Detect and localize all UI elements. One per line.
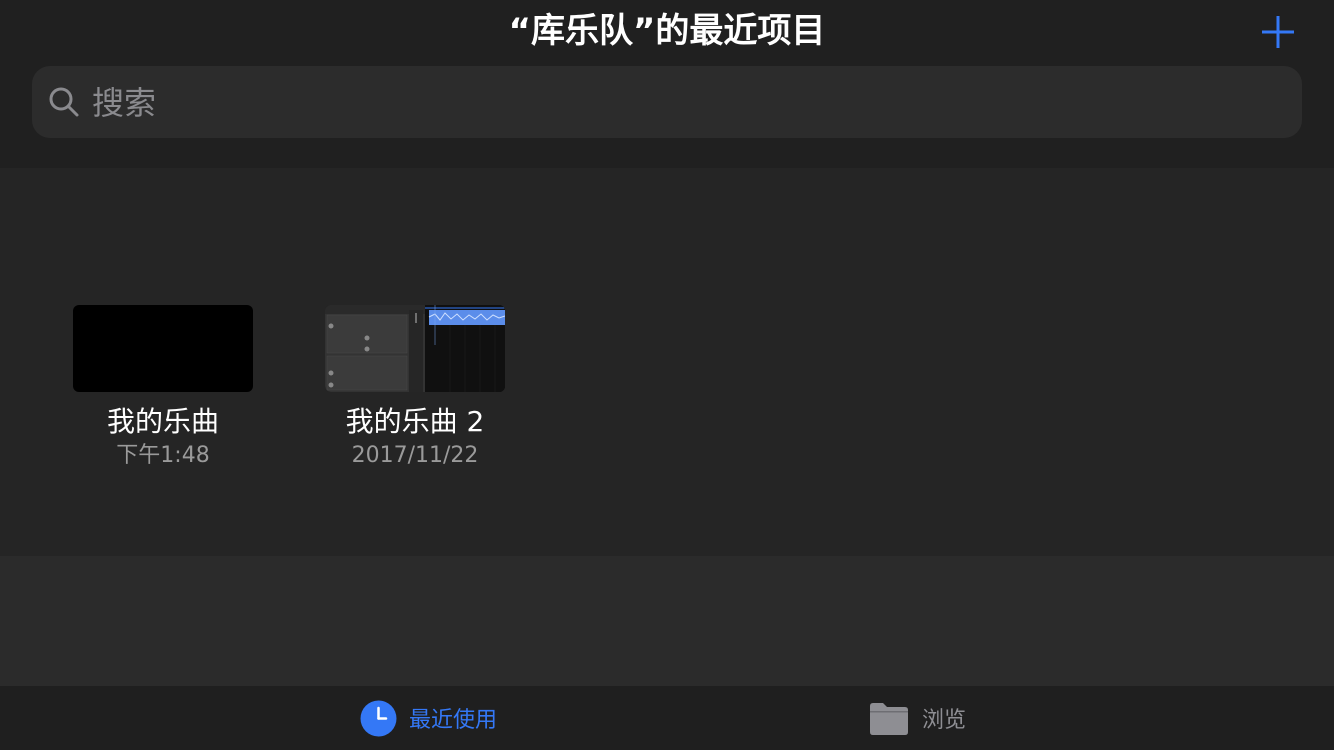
search-bar[interactable]: [32, 66, 1302, 138]
project-name: 我的乐曲 2: [345, 405, 485, 438]
project-thumbnail[interactable]: [325, 305, 505, 392]
recent-projects-grid: 我的乐曲 下午1:48 我的乐曲 2 2017/11/22: [0, 168, 1334, 556]
tab-browse[interactable]: 浏览: [868, 686, 966, 750]
project-date: 2017/11/22: [351, 443, 479, 468]
project-date: 下午1:48: [116, 443, 210, 468]
clock-icon: [360, 700, 397, 736]
project-item[interactable]: 我的乐曲 下午1:48: [73, 305, 253, 470]
track-view-thumbnail: [325, 305, 505, 392]
project-thumbnail[interactable]: [73, 305, 253, 392]
empty-area: [0, 556, 1334, 686]
tab-recents-label: 最近使用: [409, 708, 498, 733]
page-title: “库乐队”的最近项目: [508, 11, 826, 51]
search-input[interactable]: [90, 78, 1274, 128]
add-project-button[interactable]: [1258, 12, 1298, 52]
header: “库乐队”的最近项目: [0, 0, 1334, 168]
project-name: 我的乐曲: [106, 405, 219, 438]
folder-icon: [870, 703, 908, 735]
plus-icon: [1262, 16, 1294, 48]
project-item[interactable]: 我的乐曲 2 2017/11/22: [325, 305, 505, 470]
tab-browse-label: 浏览: [922, 708, 967, 733]
tab-bar: 最近使用 浏览: [0, 686, 1334, 750]
search-icon: [49, 87, 79, 117]
tab-recents[interactable]: 最近使用: [360, 686, 497, 750]
